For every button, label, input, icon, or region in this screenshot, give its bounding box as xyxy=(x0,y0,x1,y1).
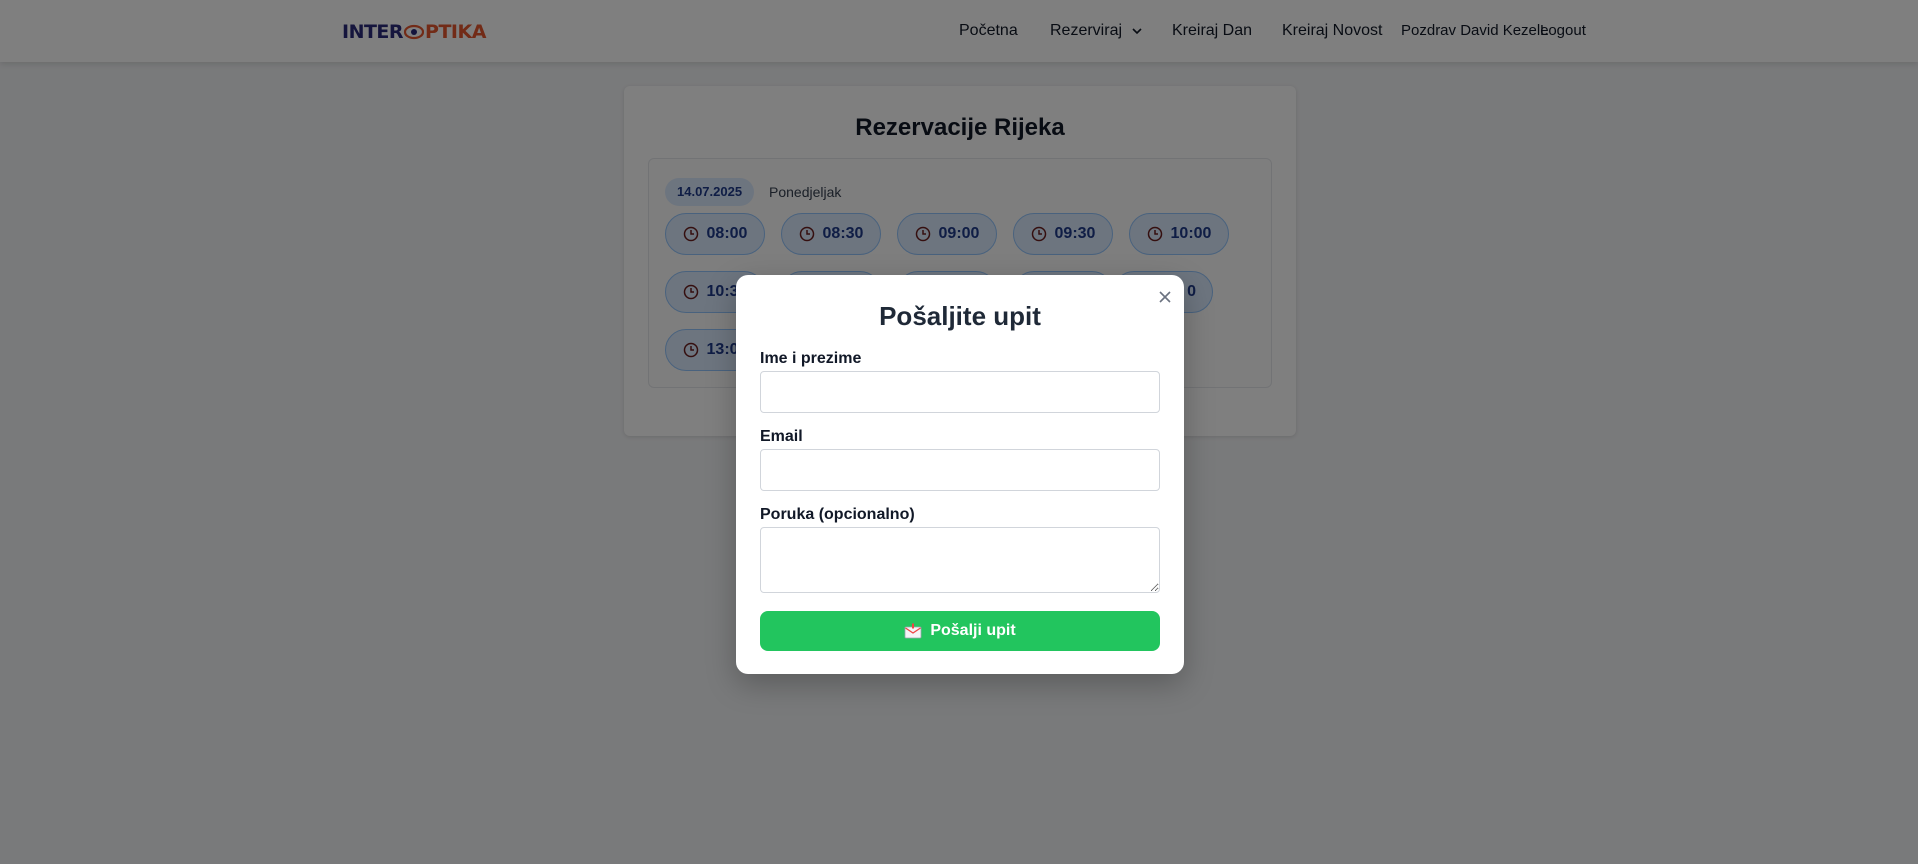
send-inquiry-label: Pošalji upit xyxy=(930,622,1016,639)
inquiry-modal: Pošaljite upit Ime i prezime Email Poruk… xyxy=(736,275,1184,674)
name-input[interactable] xyxy=(760,371,1160,413)
message-textarea[interactable] xyxy=(760,527,1160,593)
modal-title: Pošaljite upit xyxy=(879,301,1041,331)
send-inquiry-button[interactable]: Pošalji upit xyxy=(760,611,1160,651)
mail-icon xyxy=(904,623,922,639)
message-label: Poruka (opcionalno) xyxy=(760,506,915,523)
email-label: Email xyxy=(760,428,803,445)
close-icon[interactable] xyxy=(1156,288,1174,306)
email-input[interactable] xyxy=(760,449,1160,491)
name-label: Ime i prezime xyxy=(760,350,862,367)
